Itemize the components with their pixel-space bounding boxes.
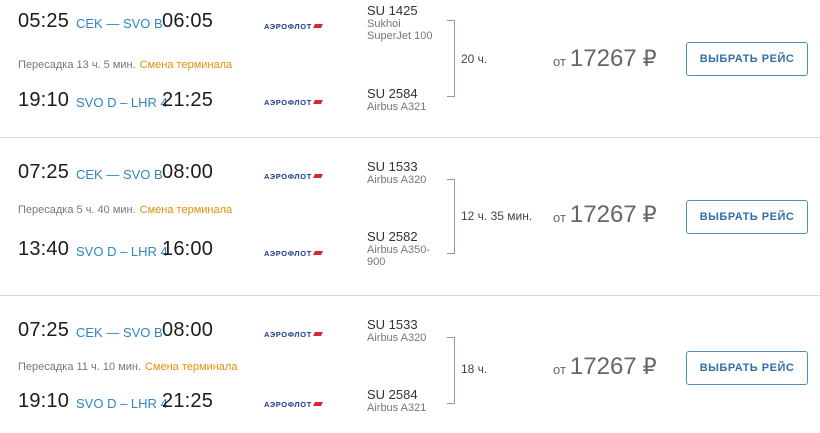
wing-icon: [312, 402, 323, 406]
aircraft-type: Airbus A320: [367, 332, 427, 344]
price: от 17267 ₽: [553, 201, 657, 229]
flight-result-card: 05:25 CEK — SVO B 06:05 АЭРОФЛОТ SU 1425…: [0, 0, 820, 138]
select-flight-button[interactable]: ВЫБРАТЬ РЕЙС: [686, 42, 808, 76]
price-prefix: от: [553, 362, 566, 377]
total-duration: 20 ч.: [461, 52, 488, 66]
transfer-duration: Пересадка 13 ч. 5 мин.: [18, 59, 136, 71]
aircraft-type: Airbus A350-900: [367, 244, 430, 268]
flight-info: SU 1533 Airbus A320: [367, 159, 457, 187]
flight-info: SU 1425 Sukhoi SuperJet 100: [367, 3, 457, 43]
wing-icon: [312, 332, 323, 336]
flight-number: SU 1533: [367, 317, 418, 332]
route-airports: SVO D – LHR 4: [76, 244, 168, 259]
aircraft-type: Airbus A321: [367, 402, 427, 414]
duration-bracket: [447, 337, 455, 404]
duration-bracket: [447, 20, 455, 97]
departure-time: 07:25: [18, 161, 70, 183]
aircraft-type: Sukhoi SuperJet 100: [367, 18, 433, 42]
transfer-info: Пересадка 11 ч. 10 мин. Смена терминала: [18, 361, 237, 373]
total-duration: 18 ч.: [461, 362, 488, 376]
flight-result-card: 07:25 CEK — SVO B 08:00 АЭРОФЛОТ SU 1533…: [0, 296, 820, 433]
flight-number: SU 1425: [367, 3, 418, 18]
route-airports: CEK — SVO B: [76, 167, 163, 182]
wing-icon: [312, 100, 323, 104]
route-airports: SVO D – LHR 4: [76, 396, 168, 411]
price-prefix: от: [553, 54, 566, 69]
route-airports: CEK — SVO B: [76, 16, 163, 31]
terminal-change-label: Смена терминала: [139, 59, 233, 71]
price-amount: 17267: [569, 353, 637, 380]
price: от 17267 ₽: [553, 353, 657, 381]
price-prefix: от: [553, 210, 566, 225]
price-amount: 17267: [569, 201, 637, 228]
price-amount: 17267: [569, 45, 637, 72]
currency-icon: ₽: [642, 46, 657, 71]
flight-info: SU 2584 Airbus A321: [367, 387, 457, 415]
wing-icon: [312, 251, 323, 255]
wing-icon: [312, 24, 323, 28]
flight-info: SU 2584 Airbus A321: [367, 86, 457, 114]
airline-logo: АЭРОФЛОТ: [264, 400, 323, 409]
flight-info: SU 1533 Airbus A320: [367, 317, 457, 345]
flight-number: SU 1533: [367, 159, 418, 174]
arrival-time: 16:00: [162, 238, 214, 260]
transfer-info: Пересадка 13 ч. 5 мин. Смена терминала: [18, 59, 232, 71]
route-airports: SVO D – LHR 4: [76, 95, 168, 110]
departure-time: 05:25: [18, 10, 70, 32]
airline-logo: АЭРОФЛОТ: [264, 249, 323, 258]
price: от 17267 ₽: [553, 45, 657, 73]
wing-icon: [312, 174, 323, 178]
aircraft-type: Airbus A321: [367, 101, 427, 113]
airline-logo: АЭРОФЛОТ: [264, 172, 323, 181]
airline-logo: АЭРОФЛОТ: [264, 22, 323, 31]
transfer-info: Пересадка 5 ч. 40 мин. Смена терминала: [18, 204, 232, 216]
transfer-duration: Пересадка 5 ч. 40 мин.: [18, 204, 136, 216]
airline-logo: АЭРОФЛОТ: [264, 330, 323, 339]
currency-icon: ₽: [642, 354, 657, 379]
terminal-change-label: Смена терминала: [144, 361, 238, 373]
flight-info: SU 2582 Airbus A350-900: [367, 229, 457, 269]
select-flight-button[interactable]: ВЫБРАТЬ РЕЙС: [686, 200, 808, 234]
route-airports: CEK — SVO B: [76, 325, 163, 340]
duration-bracket: [447, 179, 455, 254]
departure-time: 13:40: [18, 238, 70, 260]
departure-time: 19:10: [18, 390, 70, 412]
departure-time: 19:10: [18, 89, 70, 111]
arrival-time: 21:25: [162, 89, 214, 111]
total-duration: 12 ч. 35 мин.: [461, 209, 533, 223]
currency-icon: ₽: [642, 202, 657, 227]
flight-number: SU 2582: [367, 229, 418, 244]
arrival-time: 06:05: [162, 10, 214, 32]
flight-number: SU 2584: [367, 387, 418, 402]
select-flight-button[interactable]: ВЫБРАТЬ РЕЙС: [686, 351, 808, 385]
airline-logo: АЭРОФЛОТ: [264, 98, 323, 107]
aircraft-type: Airbus A320: [367, 174, 427, 186]
transfer-duration: Пересадка 11 ч. 10 мин.: [18, 361, 141, 373]
flight-number: SU 2584: [367, 86, 418, 101]
arrival-time: 21:25: [162, 390, 214, 412]
terminal-change-label: Смена терминала: [139, 204, 233, 216]
arrival-time: 08:00: [162, 161, 214, 183]
flight-result-card: 07:25 CEK — SVO B 08:00 АЭРОФЛОТ SU 1533…: [0, 138, 820, 296]
arrival-time: 08:00: [162, 319, 214, 341]
departure-time: 07:25: [18, 319, 70, 341]
